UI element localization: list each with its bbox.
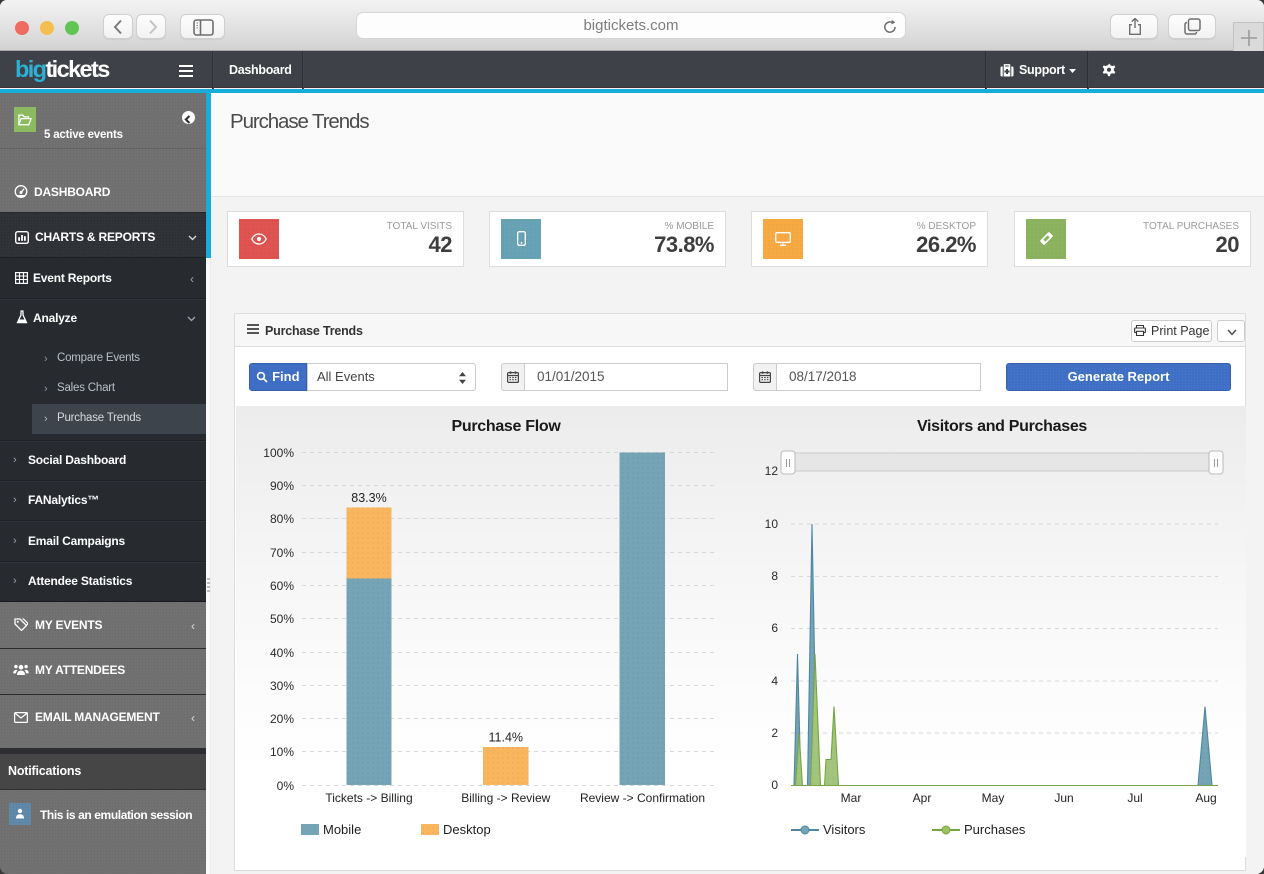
svg-text:Billing -> Review: Billing -> Review — [461, 791, 550, 805]
svg-text:Visitors and Purchases: Visitors and Purchases — [917, 418, 1087, 435]
svg-text:10: 10 — [765, 517, 779, 531]
svg-text:Mobile: Mobile — [323, 822, 361, 837]
svg-text:30%: 30% — [270, 679, 294, 693]
svg-text:40%: 40% — [270, 646, 294, 660]
svg-text:Mar: Mar — [841, 791, 862, 805]
svg-text:2: 2 — [771, 726, 778, 740]
svg-text:70%: 70% — [270, 546, 294, 560]
svg-text:Jul: Jul — [1127, 791, 1142, 805]
svg-text:50%: 50% — [270, 612, 294, 626]
svg-text:Jun: Jun — [1054, 791, 1073, 805]
svg-text:Purchases: Purchases — [964, 822, 1026, 837]
svg-text:10%: 10% — [270, 745, 294, 759]
svg-text:0: 0 — [771, 778, 778, 792]
svg-text:12: 12 — [765, 464, 779, 478]
svg-text:Aug: Aug — [1195, 791, 1216, 805]
svg-text:Visitors: Visitors — [823, 822, 866, 837]
svg-text:100%: 100% — [263, 446, 294, 460]
svg-text:11.4%: 11.4% — [489, 731, 524, 745]
svg-text:6: 6 — [771, 621, 778, 635]
svg-text:May: May — [982, 791, 1005, 805]
svg-text:4: 4 — [771, 674, 778, 688]
svg-text:60%: 60% — [270, 579, 294, 593]
svg-text:Apr: Apr — [913, 791, 932, 805]
svg-text:Tickets -> Billing: Tickets -> Billing — [325, 791, 412, 805]
svg-text:90%: 90% — [270, 479, 294, 493]
svg-text:83.3%: 83.3% — [351, 491, 386, 505]
svg-text:Desktop: Desktop — [443, 822, 491, 837]
svg-text:Purchase Flow: Purchase Flow — [451, 418, 561, 435]
svg-text:8: 8 — [771, 569, 778, 583]
svg-text:20%: 20% — [270, 712, 294, 726]
svg-text:0%: 0% — [277, 779, 295, 793]
svg-text:80%: 80% — [270, 512, 294, 526]
svg-text:Review -> Confirmation: Review -> Confirmation — [580, 791, 705, 805]
